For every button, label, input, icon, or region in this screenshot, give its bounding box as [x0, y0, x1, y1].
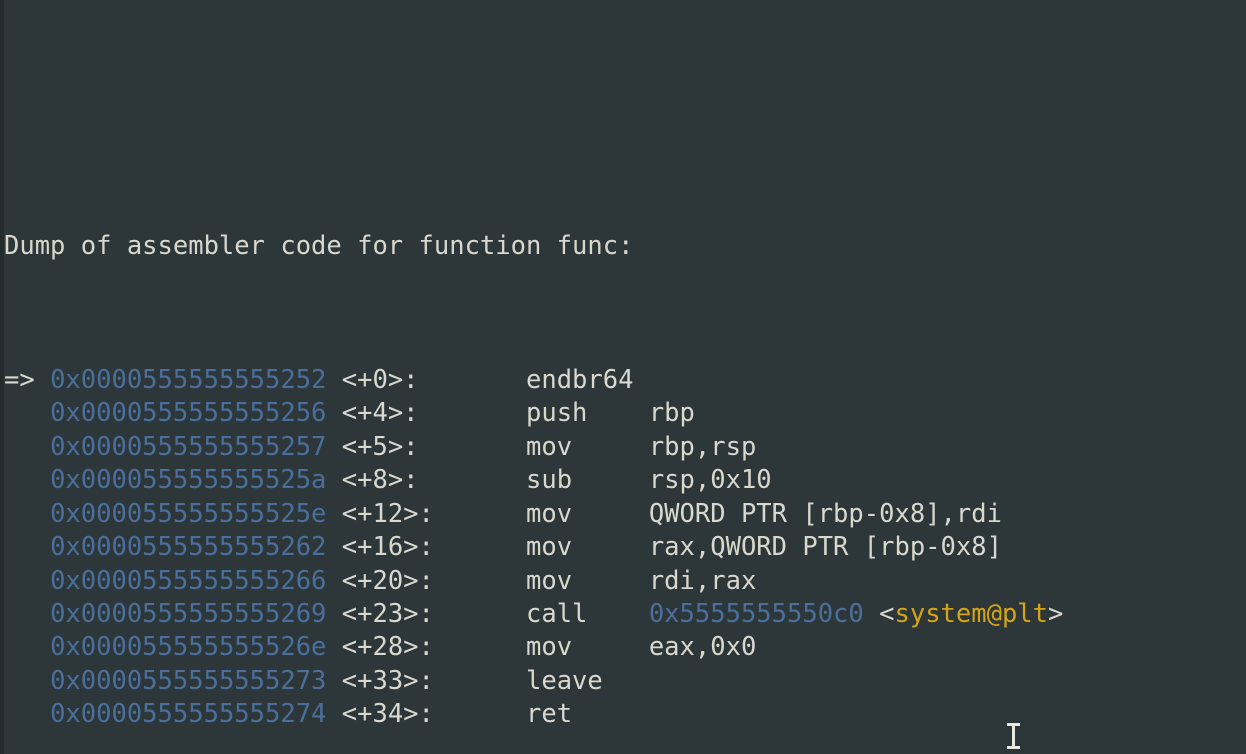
instruction-operands: eax,0x0	[648, 632, 757, 663]
instruction-mnemonic: mov	[526, 532, 649, 563]
instruction-offset: <+34>:	[341, 699, 480, 730]
disassembly-row: 0x0000555555555273 <+33>: leave	[4, 665, 1246, 698]
terminal-window[interactable]: Dump of assembler code for function func…	[0, 0, 1246, 754]
symbol-open-bracket: <	[879, 599, 895, 630]
instruction-address: 0x0000555555555273	[50, 665, 327, 696]
instruction-offset: <+23>:	[341, 599, 480, 630]
disassembly-row: 0x0000555555555274 <+34>: ret	[4, 698, 1246, 731]
instruction-mnemonic: mov	[526, 431, 649, 462]
disassembly-row: 0x0000555555555256 <+4>: push rbp	[4, 397, 1246, 430]
instruction-mnemonic: call	[526, 599, 649, 630]
instruction-offset: <+16>:	[341, 532, 480, 563]
instruction-mnemonic: mov	[526, 632, 649, 663]
disassembly-listing: => 0x0000555555555252 <+0>: endbr64 0x00…	[4, 364, 1246, 732]
disassembly-row: 0x000055555555525e <+12>: mov QWORD PTR …	[4, 498, 1246, 531]
current-instruction-marker	[4, 465, 50, 495]
ibeam-bottom-serif	[1007, 746, 1020, 749]
instruction-address: 0x0000555555555256	[50, 398, 327, 429]
terminal-screen[interactable]: Dump of assembler code for function func…	[4, 0, 1246, 754]
instruction-address: 0x0000555555555262	[50, 532, 327, 563]
disassembly-row: 0x0000555555555257 <+5>: mov rbp,rsp	[4, 431, 1246, 464]
instruction-mnemonic: leave	[526, 665, 603, 696]
instruction-mnemonic: mov	[526, 498, 649, 529]
current-instruction-marker	[4, 566, 50, 596]
instruction-address: 0x0000555555555274	[50, 699, 327, 730]
instruction-mnemonic: endbr64	[526, 364, 634, 395]
instruction-operands: rdi,rax	[648, 565, 757, 596]
instruction-address: 0x000055555555525a	[50, 465, 327, 496]
instruction-operands: rbp,rsp	[648, 431, 757, 462]
instruction-operands: QWORD PTR [rbp-0x8],rdi	[648, 498, 1002, 529]
instruction-address: 0x0000555555555269	[50, 599, 327, 630]
current-instruction-marker	[4, 599, 50, 629]
instruction-address: 0x0000555555555257	[50, 431, 327, 462]
disassembly-row: 0x000055555555525a <+8>: sub rsp,0x10	[4, 464, 1246, 497]
symbol-close-bracket: >	[1048, 599, 1064, 630]
instruction-address: 0x000055555555525e	[50, 498, 327, 529]
current-instruction-marker	[4, 632, 50, 662]
instruction-address: 0x000055555555526e	[50, 632, 327, 663]
instruction-mnemonic: sub	[526, 465, 649, 496]
mouse-ibeam-cursor	[1007, 722, 1020, 750]
current-instruction-marker	[4, 666, 50, 696]
instruction-offset: <+33>:	[341, 665, 480, 696]
instruction-mnemonic: mov	[526, 565, 649, 596]
instruction-offset: <+20>:	[341, 565, 480, 596]
instruction-offset: <+12>:	[341, 498, 480, 529]
disassembly-row: 0x000055555555526e <+28>: mov eax,0x0	[4, 631, 1246, 664]
instruction-offset: <+4>:	[341, 398, 480, 429]
clipped-top-line	[4, 96, 1246, 129]
current-instruction-marker	[4, 398, 50, 428]
current-instruction-marker	[4, 532, 50, 562]
current-instruction-marker: =>	[4, 364, 51, 395]
instruction-address: 0x0000555555555252	[50, 364, 327, 395]
instruction-address: 0x0000555555555266	[50, 565, 327, 596]
instruction-operands: rsp,0x10	[648, 465, 772, 496]
disassembly-row: 0x0000555555555266 <+20>: mov rdi,rax	[4, 565, 1246, 598]
instruction-offset: <+8>:	[341, 465, 480, 496]
current-instruction-marker	[4, 499, 50, 529]
ibeam-stem	[1012, 724, 1015, 748]
disassembly-header: Dump of assembler code for function func…	[4, 231, 634, 262]
disassembly-row: 0x0000555555555269 <+23>: call 0x5555555…	[4, 598, 1246, 631]
call-target-symbol: system@plt	[894, 599, 1049, 630]
instruction-offset: <+28>:	[341, 632, 480, 663]
current-instruction-marker	[4, 432, 50, 462]
disassembly-row: 0x0000555555555262 <+16>: mov rax,QWORD …	[4, 531, 1246, 564]
instruction-offset: <+0>:	[341, 364, 480, 395]
terminal-left-edge	[0, 0, 4, 754]
disassembly-row: => 0x0000555555555252 <+0>: endbr64	[4, 364, 1246, 397]
current-instruction-marker	[4, 699, 50, 729]
call-target-address: 0x5555555550c0	[648, 599, 864, 630]
instruction-offset: <+5>:	[341, 431, 480, 462]
instruction-mnemonic: push	[526, 398, 649, 429]
instruction-operands: rax,QWORD PTR [rbp-0x8]	[648, 532, 1002, 563]
instruction-operands: rbp	[648, 398, 695, 429]
instruction-mnemonic: ret	[526, 699, 573, 730]
